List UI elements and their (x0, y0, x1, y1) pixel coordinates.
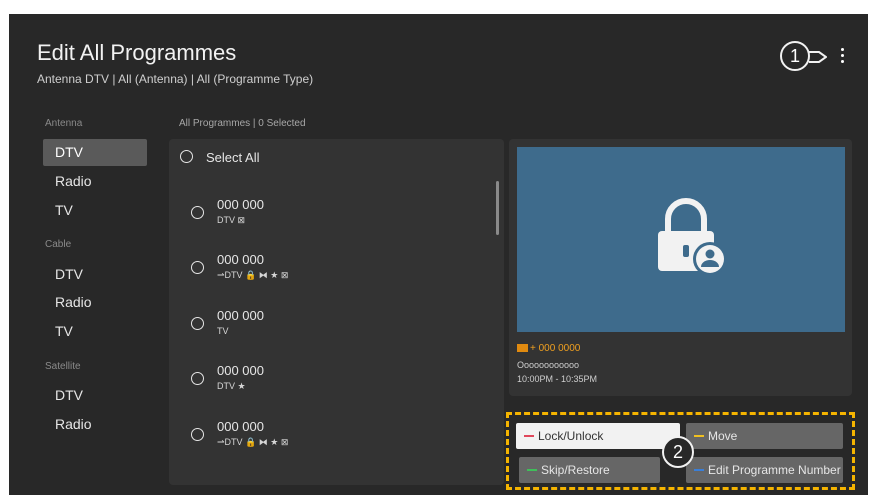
programme-radio[interactable] (191, 428, 204, 441)
sidebar-item-antenna-radio[interactable]: Radio (43, 168, 147, 195)
preview-panel: + 000 0000 Oooooooooooo 10:00PM - 10:35P… (509, 139, 852, 396)
sidebar-item-satellite-dtv[interactable]: DTV (43, 382, 147, 409)
sidebar-group-cable: Cable (45, 239, 72, 250)
programme-radio[interactable] (191, 206, 204, 219)
edit-programme-number-label: Edit Programme Number (708, 463, 841, 477)
programme-info: TV (217, 326, 229, 336)
blue-key-icon (694, 469, 704, 471)
preview-time: 10:00PM - 10:35PM (517, 374, 598, 384)
skip-restore-button[interactable]: Skip/Restore (519, 457, 660, 483)
programme-info: ⇀DTV 🔒 ⧓ ★ ⊠ (217, 437, 289, 447)
programme-number: 000 000 (217, 308, 264, 323)
programme-info: DTV ★ (217, 381, 246, 391)
skip-restore-label: Skip/Restore (541, 463, 610, 477)
callout-arrow-icon (809, 51, 827, 63)
preview-video (517, 147, 845, 332)
programme-number: 000 000 (217, 363, 264, 378)
sidebar-group-satellite: Satellite (45, 361, 81, 372)
programme-info: DTV ⊠ (217, 215, 246, 225)
preview-channel-text: + 000 0000 (530, 343, 581, 354)
lock-unlock-button[interactable]: Lock/Unlock (516, 423, 680, 449)
sidebar-item-cable-radio[interactable]: Radio (43, 289, 147, 316)
channel-badge-icon (517, 344, 528, 353)
callout-marker-1: 1 (780, 41, 810, 71)
list-header: All Programmes | 0 Selected (179, 118, 306, 129)
move-label: Move (708, 429, 738, 443)
programme-number: 000 000 (217, 252, 264, 267)
sidebar-item-cable-dtv[interactable]: DTV (43, 261, 147, 288)
programme-radio[interactable] (191, 261, 204, 274)
parental-lock-icon (658, 198, 727, 276)
green-key-icon (527, 469, 537, 471)
programme-number: 000 000 (217, 419, 264, 434)
programme-list: Select All 000 000 DTV ⊠ 000 000 ⇀DTV 🔒 … (169, 139, 504, 485)
sidebar-item-antenna-dtv[interactable]: DTV (43, 139, 147, 166)
sidebar-item-antenna-tv[interactable]: TV (43, 197, 147, 224)
select-all-radio[interactable] (180, 150, 193, 163)
programme-number: 000 000 (217, 197, 264, 212)
sidebar-group-antenna: Antenna (45, 118, 83, 129)
sidebar-item-satellite-radio[interactable]: Radio (43, 411, 147, 438)
red-key-icon (524, 435, 534, 437)
more-options-icon[interactable] (839, 48, 845, 66)
yellow-key-icon (694, 435, 704, 437)
callout-marker-2: 2 (662, 436, 694, 468)
preview-channel: + 000 0000 (517, 343, 580, 354)
tv-screen: Edit All Programmes Antenna DTV | All (A… (9, 14, 868, 495)
edit-programme-number-button[interactable]: Edit Programme Number (686, 457, 843, 483)
lock-unlock-label: Lock/Unlock (538, 429, 604, 443)
preview-programme-name: Oooooooooooo (517, 360, 580, 370)
select-all-label: Select All (206, 150, 260, 165)
move-button[interactable]: Move (686, 423, 843, 449)
list-scrollbar[interactable] (496, 181, 499, 235)
programme-radio[interactable] (191, 317, 204, 330)
programme-radio[interactable] (191, 372, 204, 385)
page-subtitle: Antenna DTV | All (Antenna) | All (Progr… (37, 72, 314, 86)
programme-info: ⇀DTV 🔒 ⧓ ★ ⊠ (217, 270, 289, 280)
sidebar-item-cable-tv[interactable]: TV (43, 318, 147, 345)
page-title: Edit All Programmes (37, 40, 237, 65)
